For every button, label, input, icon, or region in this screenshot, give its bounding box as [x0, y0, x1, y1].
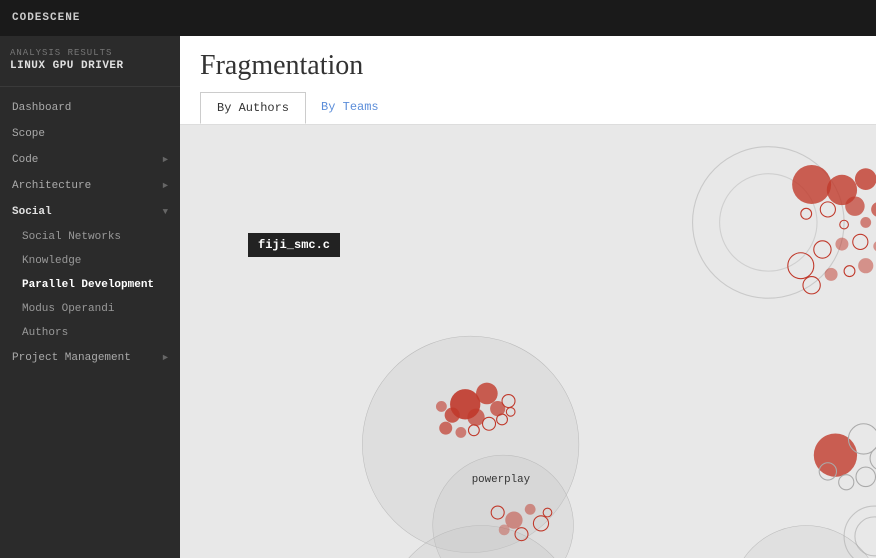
logo: CODESCENE [12, 12, 80, 24]
content-area: Fragmentation By Authors By Teams fiji_s… [180, 36, 876, 558]
label-powerplay: powerplay [472, 474, 531, 486]
chevron-right-icon: ► [163, 353, 168, 363]
sidebar-item-knowledge[interactable]: Knowledge [0, 249, 180, 273]
tabs: By Authors By Teams [200, 92, 856, 124]
sidebar: ANALYSIS RESULTS LINUX GPU DRIVER Dashbo… [0, 36, 180, 558]
chevron-down-icon: ▼ [163, 207, 168, 217]
visualization-container: fiji_smc.c [180, 125, 876, 558]
tab-by-authors[interactable]: By Authors [200, 92, 306, 124]
analysis-label: ANALYSIS RESULTS [10, 48, 170, 58]
page-title: Fragmentation [200, 50, 856, 82]
sidebar-item-project-management[interactable]: Project Management ► [0, 345, 180, 371]
main-layout: ANALYSIS RESULTS LINUX GPU DRIVER Dashbo… [0, 36, 876, 558]
sidebar-item-social-networks[interactable]: Social Networks [0, 225, 180, 249]
sidebar-item-modus-operandi[interactable]: Modus Operandi [0, 297, 180, 321]
sidebar-nav: Dashboard Scope Code ► Architecture ► So… [0, 87, 180, 379]
chevron-right-icon: ► [163, 155, 168, 165]
tab-by-teams[interactable]: By Teams [305, 92, 395, 124]
sidebar-item-parallel-development[interactable]: Parallel Development [0, 273, 180, 297]
fragmentation-chart: powerplay scheduleandkfd amdgpu include [180, 125, 876, 558]
content-header: Fragmentation By Authors By Teams [180, 36, 876, 125]
top-bar: CODESCENE [0, 0, 876, 36]
sidebar-item-authors[interactable]: Authors [0, 321, 180, 345]
sidebar-item-social[interactable]: Social ▼ [0, 199, 180, 225]
sidebar-item-dashboard[interactable]: Dashboard [0, 95, 180, 121]
sidebar-item-scope[interactable]: Scope [0, 121, 180, 147]
sidebar-item-architecture[interactable]: Architecture ► [0, 173, 180, 199]
analysis-title: LINUX GPU DRIVER [10, 60, 170, 72]
sidebar-item-code[interactable]: Code ► [0, 147, 180, 173]
analysis-header: ANALYSIS RESULTS LINUX GPU DRIVER [0, 36, 180, 87]
chevron-right-icon: ► [163, 181, 168, 191]
